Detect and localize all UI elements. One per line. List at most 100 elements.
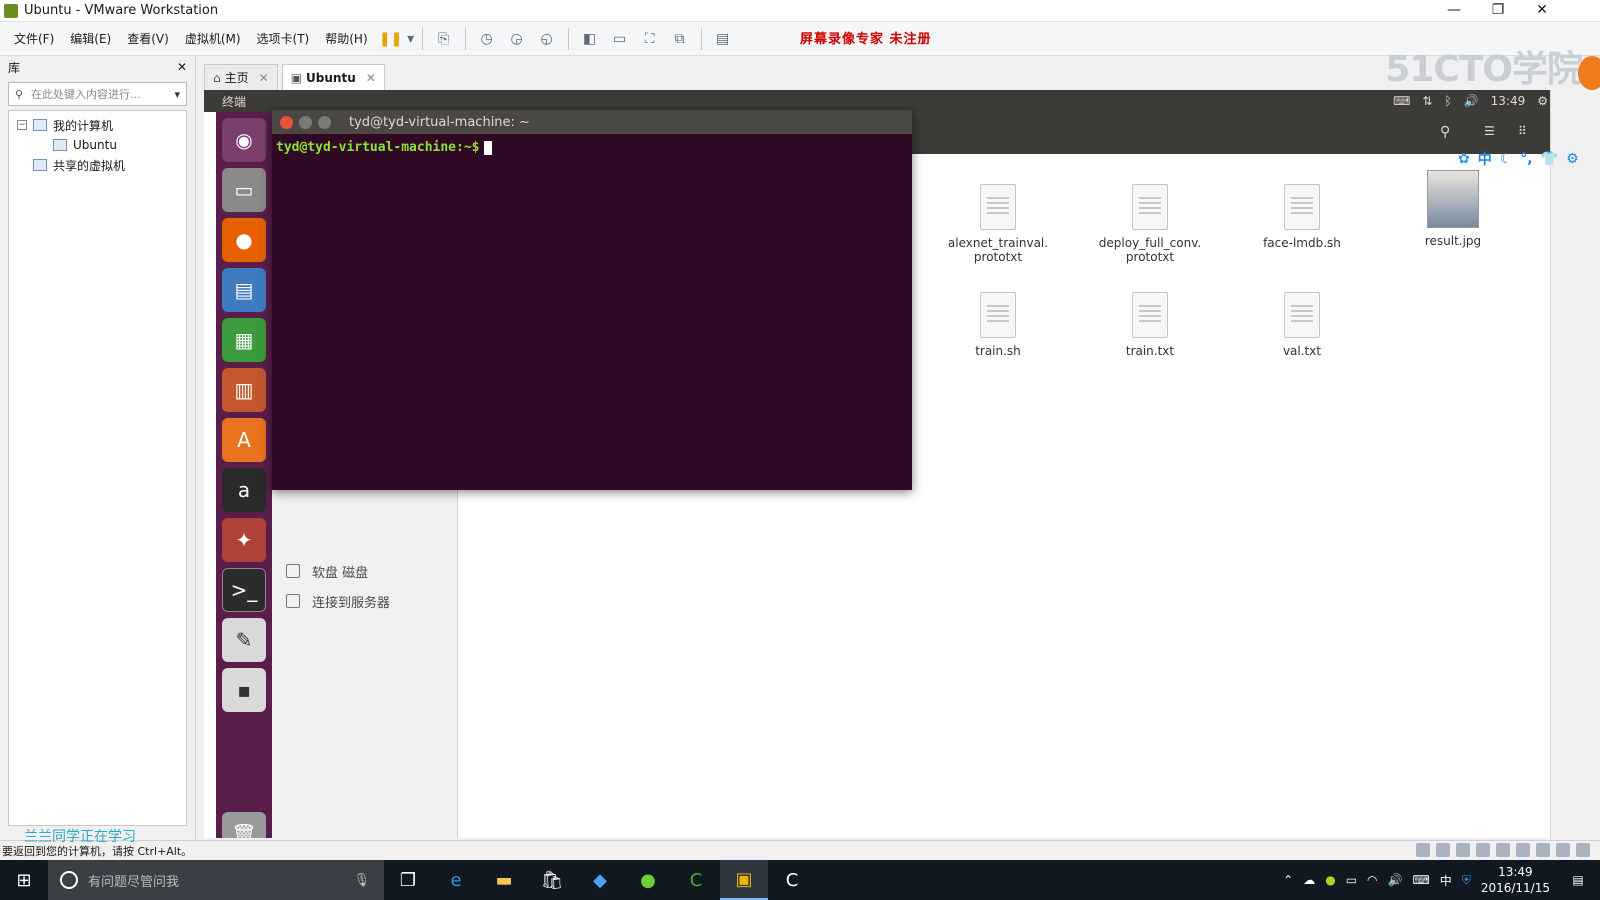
close-icon[interactable]: ✕ xyxy=(259,71,269,85)
settings-icon[interactable]: ✦ xyxy=(222,518,266,562)
tree-item-shared-vms[interactable]: 共享的虚拟机 xyxy=(9,155,186,175)
minimize-icon[interactable] xyxy=(299,115,312,129)
maximize-icon[interactable] xyxy=(318,115,331,129)
snapshot-manager-icon[interactable]: ◵ xyxy=(536,28,558,50)
network-adapter-icon[interactable] xyxy=(1476,843,1490,857)
restore-button[interactable]: ❐ xyxy=(1476,0,1520,22)
edge-icon[interactable]: e xyxy=(432,860,480,900)
terminal-window[interactable]: tyd@tyd-virtual-machine: ~ tyd@tyd-virtu… xyxy=(272,110,912,490)
unity-icon[interactable]: ⧉ xyxy=(669,28,691,50)
menu-help[interactable]: 帮助(H) xyxy=(317,30,375,47)
start-button[interactable]: ⊞ xyxy=(0,860,48,900)
printer-icon[interactable] xyxy=(1496,843,1510,857)
menu-view[interactable]: 查看(V) xyxy=(119,30,177,47)
battery-icon[interactable]: ▭ xyxy=(1346,873,1357,887)
gear-icon[interactable]: ⚙ xyxy=(1566,151,1579,167)
gear-icon[interactable]: ⚙ xyxy=(1537,94,1548,108)
amazon-icon[interactable]: a xyxy=(222,468,266,512)
trash-icon[interactable]: 🗑 xyxy=(222,812,266,838)
show-library-icon[interactable]: ◧ xyxy=(579,28,601,50)
store-icon[interactable]: 🛍 xyxy=(528,860,576,900)
close-button[interactable]: ✕ xyxy=(1520,0,1564,22)
list-view-icon[interactable]: ☰ xyxy=(1484,124,1495,138)
library-search-input[interactable]: ⚲ 在此处键入内容进行... ▾ xyxy=(8,82,187,106)
punctuation-icon[interactable]: °, xyxy=(1520,151,1532,167)
chevron-up-icon[interactable]: ⌃ xyxy=(1283,873,1293,887)
dash-icon[interactable]: ◉ xyxy=(222,118,266,162)
task-view-icon[interactable]: ❐ xyxy=(384,860,432,900)
microphone-icon[interactable]: 🎙 xyxy=(353,873,370,888)
close-icon[interactable] xyxy=(280,115,293,129)
tab-home[interactable]: ⌂ 主页 ✕ xyxy=(204,64,278,90)
close-icon[interactable]: ✕ xyxy=(366,71,376,85)
notification-icon[interactable]: ▤ xyxy=(1556,860,1600,900)
chevron-down-icon[interactable]: ▾ xyxy=(174,88,180,101)
recorder-taskbar-icon[interactable]: C xyxy=(768,860,816,900)
keyboard-indicator-icon[interactable]: ⌨ xyxy=(1393,94,1410,108)
tab-ubuntu[interactable]: ▣ Ubuntu ✕ xyxy=(281,64,385,90)
send-ctrl-alt-del-icon[interactable]: ⎘ xyxy=(433,28,455,50)
file-item[interactable]: result.jpg xyxy=(1388,170,1518,248)
tray-green-icon[interactable]: ● xyxy=(1325,873,1335,887)
ubuntu-clock[interactable]: 13:49 xyxy=(1491,94,1526,108)
cd-icon[interactable] xyxy=(1436,843,1450,857)
files-icon[interactable]: ▭ xyxy=(222,168,266,212)
volume-icon[interactable]: 🔊 xyxy=(1464,94,1479,108)
full-screen-icon[interactable]: ⛶ xyxy=(639,28,661,50)
floppy-icon[interactable]: ▪ xyxy=(222,668,266,712)
software-center-icon[interactable]: A xyxy=(222,418,266,462)
sound-card-icon[interactable] xyxy=(1516,843,1530,857)
thumbnail-bar-icon[interactable]: ▭ xyxy=(609,28,631,50)
firefox-icon[interactable]: ● xyxy=(222,218,266,262)
file-item[interactable]: face-lmdb.sh xyxy=(1237,184,1367,250)
close-library-button[interactable]: ✕ xyxy=(177,60,187,74)
message-icon[interactable] xyxy=(1576,843,1590,857)
grid-view-icon[interactable]: ⠿ xyxy=(1518,124,1527,138)
revert-snapshot-icon[interactable]: ◶ xyxy=(506,28,528,50)
vm-screen[interactable]: 终端 ⌨ ⇅ ᛒ 🔊 13:49 ⚙ ⚲ ☰ ⠿ 软盘 磁盘 连接到服务器 al… xyxy=(204,90,1566,838)
terminal-icon[interactable]: >_ xyxy=(222,568,266,612)
file-item[interactable]: train.txt xyxy=(1085,292,1215,358)
search-icon[interactable]: ⚲ xyxy=(1440,124,1450,140)
bluetooth-icon[interactable]: ᛒ xyxy=(1444,94,1451,108)
file-explorer-icon[interactable]: ▬ xyxy=(480,860,528,900)
file-item[interactable]: deploy_full_conv. prototxt xyxy=(1085,184,1215,264)
impress-icon[interactable]: ▥ xyxy=(222,368,266,412)
wifi-icon[interactable]: ◠ xyxy=(1367,873,1377,887)
writer-icon[interactable]: ▤ xyxy=(222,268,266,312)
terminal-body[interactable]: tyd@tyd-virtual-machine:~$ xyxy=(272,134,912,161)
menu-tabs[interactable]: 选项卡(T) xyxy=(249,30,318,47)
cortana-search[interactable]: 有问题尽管问我 🎙 xyxy=(48,860,384,900)
calc-icon[interactable]: ▦ xyxy=(222,318,266,362)
floppy-icon[interactable] xyxy=(1456,843,1470,857)
tree-item-my-computer[interactable]: − 我的计算机 xyxy=(9,115,186,135)
vm-scrollbar[interactable] xyxy=(1550,90,1566,838)
file-item[interactable]: train.sh xyxy=(933,292,1063,358)
sidebar-item-connect-server[interactable]: 连接到服务器 xyxy=(286,590,390,612)
skin-icon[interactable]: 👕 xyxy=(1541,151,1558,167)
tray-app-icon[interactable]: ☁ xyxy=(1303,873,1315,887)
file-item[interactable]: val.txt xyxy=(1237,292,1367,358)
ime-mode[interactable]: 中 xyxy=(1478,149,1492,169)
snapshot-icon[interactable]: ◷ xyxy=(476,28,498,50)
menu-vm[interactable]: 虚拟机(M) xyxy=(177,30,249,47)
shield-icon[interactable]: ⛨ xyxy=(1462,873,1471,888)
terminal-title-bar[interactable]: tyd@tyd-virtual-machine: ~ xyxy=(272,110,912,134)
keyboard-icon[interactable]: ⌨ xyxy=(1412,873,1429,887)
pause-icon[interactable]: ❚❚ xyxy=(379,28,402,50)
taskbar-clock[interactable]: 13:49 2016/11/15 xyxy=(1481,864,1550,896)
menu-file[interactable]: 文件(F) xyxy=(6,30,62,47)
menu-edit[interactable]: 编辑(E) xyxy=(62,30,119,47)
chevron-down-icon[interactable]: ▾ xyxy=(406,28,416,50)
app-blue-icon[interactable]: ◆ xyxy=(576,860,624,900)
ime-logo-icon[interactable]: ✿ xyxy=(1458,151,1470,167)
console-view-icon[interactable]: ▤ xyxy=(712,28,734,50)
app-green-icon[interactable]: ● xyxy=(624,860,672,900)
ime-indicator[interactable]: 中 xyxy=(1440,872,1452,889)
file-item[interactable]: alexnet_trainval. prototxt xyxy=(933,184,1063,264)
minimize-button[interactable]: — xyxy=(1432,0,1476,22)
usb-icon[interactable] xyxy=(1536,843,1550,857)
sidebar-item-floppy[interactable]: 软盘 磁盘 xyxy=(286,560,368,582)
vmware-taskbar-icon[interactable]: ▣ xyxy=(720,860,768,900)
display-icon[interactable] xyxy=(1556,843,1570,857)
